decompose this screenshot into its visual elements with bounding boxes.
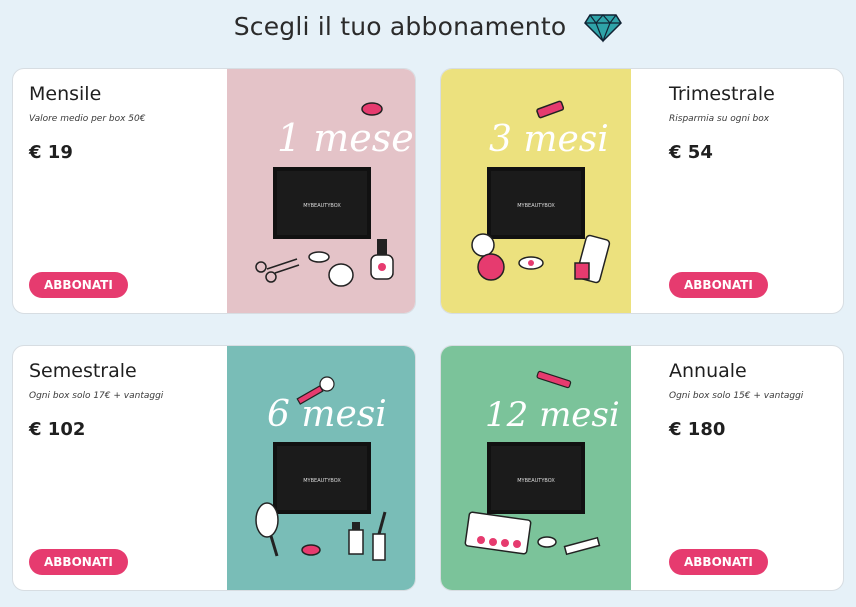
eye-icon bbox=[518, 256, 544, 270]
subscribe-button[interactable]: ABBONATI bbox=[29, 549, 128, 575]
box-brand-label: MYBEAUTYBOX bbox=[303, 478, 341, 484]
plan-image-label: 3 mesi bbox=[489, 119, 609, 160]
plan-price: € 180 bbox=[669, 419, 726, 440]
page-title: Scegli il tuo abbonamento bbox=[233, 11, 567, 41]
page-header: Scegli il tuo abbonamento bbox=[0, 6, 856, 46]
plan-card-mensile: Mensile Valore medio per box 50€ € 19 AB… bbox=[12, 68, 416, 314]
plan-subtitle: Ogni box solo 15€ + vantaggi bbox=[669, 391, 804, 401]
plan-illustration: 3 mesi MYBEAUTYBOX bbox=[441, 69, 631, 313]
plan-illustration: 1 mese MYBEAUTYBOX bbox=[227, 69, 415, 313]
plan-card-trimestrale: 3 mesi MYBEAUTYBOX Trimestrale Risparmia… bbox=[440, 68, 844, 314]
plan-price: € 102 bbox=[29, 419, 86, 440]
subscribe-button[interactable]: ABBONATI bbox=[669, 272, 768, 298]
plan-price: € 19 bbox=[29, 142, 73, 163]
hairclip-icon bbox=[308, 251, 330, 263]
sponge-icon bbox=[328, 263, 354, 287]
plan-info: Trimestrale Risparmia su ogni box € 54 A… bbox=[655, 69, 835, 313]
hairclip-icon bbox=[301, 544, 321, 556]
plan-title: Trimestrale bbox=[669, 83, 775, 105]
plan-image: 1 mese MYBEAUTYBOX bbox=[227, 69, 415, 313]
lipstick-icon bbox=[361, 102, 383, 116]
plan-subtitle: Ogni box solo 17€ + vantaggi bbox=[29, 391, 164, 401]
plan-image-label: 1 mese bbox=[277, 116, 414, 160]
plan-card-annuale: 12 mesi MYBEAUTYBOX Annuale Ogni box sol… bbox=[440, 345, 844, 591]
plan-subtitle: Valore medio per box 50€ bbox=[29, 114, 146, 124]
plan-illustration: 12 mesi MYBEAUTYBOX bbox=[441, 346, 631, 590]
subscribe-button[interactable]: ABBONATI bbox=[29, 272, 128, 298]
plan-card-semestrale: Semestrale Ogni box solo 17€ + vantaggi … bbox=[12, 345, 416, 591]
plan-image: 3 mesi MYBEAUTYBOX bbox=[441, 69, 631, 313]
plan-image-label: 6 mesi bbox=[267, 394, 387, 435]
box-brand-label: MYBEAUTYBOX bbox=[517, 203, 555, 209]
plan-illustration: 6 mesi MYBEAUTYBOX bbox=[227, 346, 415, 590]
hairclip-icon bbox=[537, 536, 557, 548]
subscribe-button[interactable]: ABBONATI bbox=[669, 549, 768, 575]
plan-title: Mensile bbox=[29, 83, 102, 105]
plan-info: Semestrale Ogni box solo 17€ + vantaggi … bbox=[13, 346, 203, 590]
plan-title: Annuale bbox=[669, 360, 747, 382]
plan-image: 6 mesi MYBEAUTYBOX bbox=[227, 346, 415, 590]
plan-price: € 54 bbox=[669, 142, 713, 163]
plan-info: Annuale Ogni box solo 15€ + vantaggi € 1… bbox=[655, 346, 835, 590]
plan-image: 12 mesi MYBEAUTYBOX bbox=[441, 346, 631, 590]
plan-subtitle: Risparmia su ogni box bbox=[669, 114, 770, 124]
plan-title: Semestrale bbox=[29, 360, 137, 382]
box-brand-label: MYBEAUTYBOX bbox=[517, 478, 555, 484]
box-brand-label: MYBEAUTYBOX bbox=[303, 203, 341, 209]
diamond-icon bbox=[584, 14, 623, 43]
plan-image-label: 12 mesi bbox=[485, 395, 620, 435]
plan-info: Mensile Valore medio per box 50€ € 19 AB… bbox=[13, 69, 203, 313]
